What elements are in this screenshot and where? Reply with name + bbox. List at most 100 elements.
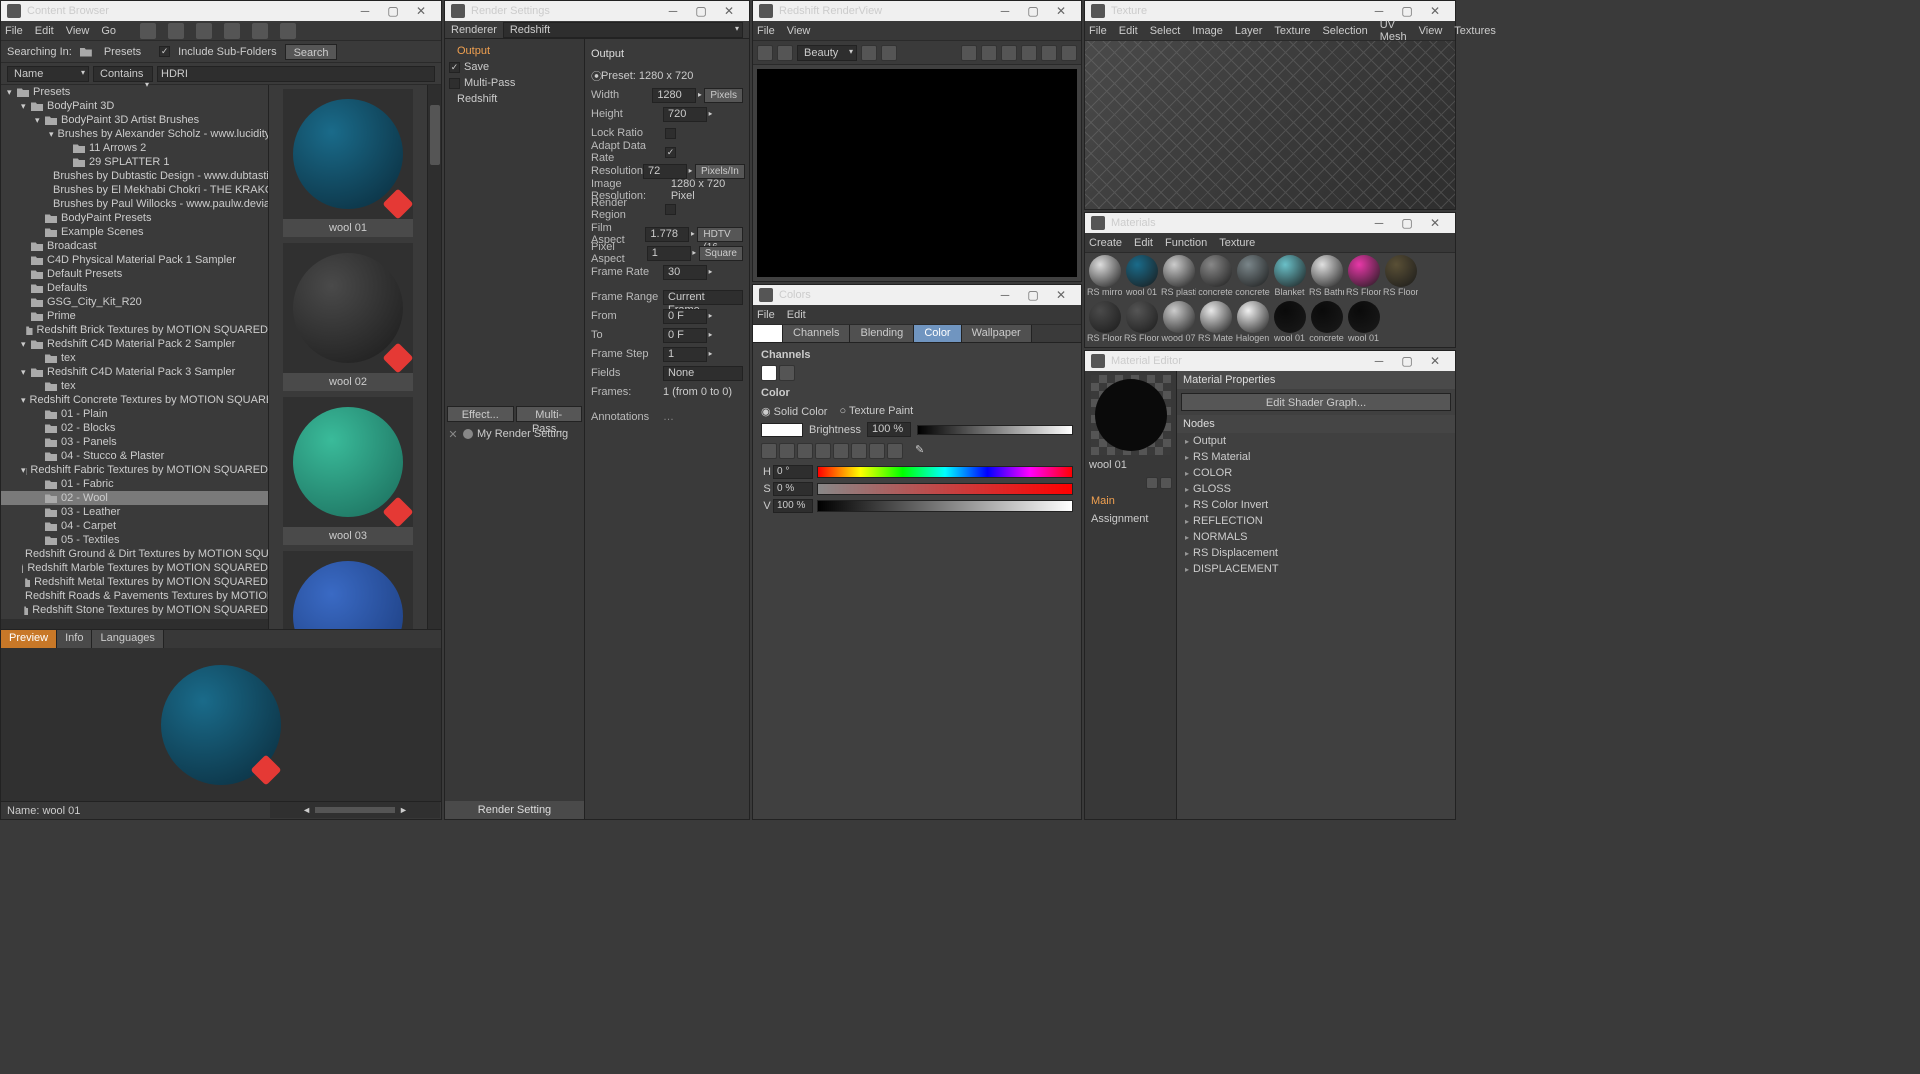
material-editor-titlebar[interactable]: Material Editor ─ ▢ ✕ xyxy=(1085,351,1455,371)
menu-create[interactable]: Create xyxy=(1089,237,1122,249)
node-row[interactable]: GLOSS xyxy=(1177,481,1455,497)
sat-slider[interactable] xyxy=(817,483,1073,495)
menu-image[interactable]: Image xyxy=(1192,25,1223,37)
menu-file[interactable]: File xyxy=(1089,25,1107,37)
tree-item[interactable]: ▾Redshift C4D Material Pack 3 Sampler xyxy=(1,365,268,379)
close-button[interactable]: ✕ xyxy=(1421,214,1449,232)
snapshot-icon[interactable] xyxy=(861,45,877,61)
tree-item[interactable]: Brushes by Dubtastic Design - www.dubtas… xyxy=(1,169,268,183)
preview-refresh-icon[interactable] xyxy=(1160,477,1172,489)
tree-item[interactable]: Defaults xyxy=(1,281,268,295)
refresh-icon[interactable] xyxy=(280,23,296,39)
brightness-input[interactable]: 100 % xyxy=(867,422,911,437)
minimize-button[interactable]: ─ xyxy=(351,2,379,20)
menu-edit[interactable]: Edit xyxy=(1134,237,1153,249)
mode-swatches-icon[interactable] xyxy=(833,443,849,459)
maximize-button[interactable]: ▢ xyxy=(379,2,407,20)
menu-texture[interactable]: Texture xyxy=(1219,237,1255,249)
tree-item[interactable]: ▾Redshift Concrete Textures by MOTION SQ… xyxy=(1,393,268,407)
multipass-button[interactable]: Multi-Pass... xyxy=(516,406,583,422)
tree-item[interactable]: BodyPaint Presets xyxy=(1,211,268,225)
menu-go[interactable]: Go xyxy=(101,25,116,37)
tree-item[interactable]: 02 - Wool xyxy=(1,491,268,505)
material-cell[interactable]: RS plasti xyxy=(1161,255,1196,299)
material-cell[interactable]: RS Floor xyxy=(1383,255,1418,299)
close-button[interactable]: ✕ xyxy=(1421,352,1449,370)
node-row[interactable]: NORMALS xyxy=(1177,529,1455,545)
menu-file[interactable]: File xyxy=(757,309,775,321)
tree-item[interactable]: 11 Arrows 2 xyxy=(1,141,268,155)
width-units[interactable]: Pixels xyxy=(704,88,743,103)
node-row[interactable]: DISPLACEMENT xyxy=(1177,561,1455,577)
tree-item[interactable]: ▾Redshift Fabric Textures by MOTION SQUA… xyxy=(1,463,268,477)
tab-languages[interactable]: Languages xyxy=(92,630,163,648)
tree-item[interactable]: ▾BodyPaint 3D xyxy=(1,99,268,113)
my-render-setting-row[interactable]: ✕ My Render Setting xyxy=(445,424,584,445)
tab-preview[interactable]: Preview xyxy=(1,630,57,648)
texture-paint-radio[interactable]: ○ Texture Paint xyxy=(839,405,913,418)
material-preview-bg[interactable] xyxy=(1091,375,1171,455)
close-button[interactable]: ✕ xyxy=(715,2,743,20)
settings-icon[interactable] xyxy=(1041,45,1057,61)
close-button[interactable]: ✕ xyxy=(1421,2,1449,20)
tree-scrollbar-h[interactable] xyxy=(1,619,268,629)
preset-tree[interactable]: ▾Presets▾BodyPaint 3D▾BodyPaint 3D Artis… xyxy=(1,85,268,619)
render-item-redshift[interactable]: Redshift xyxy=(449,91,580,107)
save-image-icon[interactable] xyxy=(1061,45,1077,61)
material-cell[interactable]: wool 01 xyxy=(1272,301,1307,345)
material-thumbnail[interactable]: wool 01 xyxy=(283,89,413,237)
grid-icon[interactable] xyxy=(1001,45,1017,61)
close-setting-icon[interactable]: ✕ xyxy=(447,428,459,441)
nav-home-icon[interactable] xyxy=(224,23,240,39)
assignment-link[interactable]: Assignment xyxy=(1089,511,1172,527)
frame-range-dropdown[interactable]: Current Frame xyxy=(663,290,743,305)
menu-view[interactable]: View xyxy=(787,25,811,37)
lock-icon[interactable] xyxy=(981,45,997,61)
menu-select[interactable]: Select xyxy=(1150,25,1181,37)
tree-item[interactable]: tex xyxy=(1,351,268,365)
nav-fwd-icon[interactable] xyxy=(168,23,184,39)
menu-textures[interactable]: Textures xyxy=(1454,25,1496,37)
maximize-button[interactable]: ▢ xyxy=(1019,286,1047,304)
menu-function[interactable]: Function xyxy=(1165,237,1207,249)
tree-item[interactable]: ▾Presets xyxy=(1,85,268,99)
menu-view[interactable]: View xyxy=(66,25,90,37)
from-input[interactable]: 0 F xyxy=(663,309,707,324)
material-cell[interactable]: concrete xyxy=(1309,301,1344,345)
mode-mixer-icon[interactable] xyxy=(851,443,867,459)
menu-layer[interactable]: Layer xyxy=(1235,25,1263,37)
tree-item[interactable]: Broadcast xyxy=(1,239,268,253)
to-input[interactable]: 0 F xyxy=(663,328,707,343)
menu-edit[interactable]: Edit xyxy=(35,25,54,37)
tree-item[interactable]: ▾Redshift C4D Material Pack 2 Sampler xyxy=(1,337,268,351)
mode-hex-icon[interactable] xyxy=(887,443,903,459)
zoom-icon[interactable] xyxy=(1021,45,1037,61)
resolution-input[interactable]: 72 xyxy=(643,164,687,179)
material-cell[interactable]: wood 07 xyxy=(1161,301,1196,345)
filter-attribute-dropdown[interactable]: Name xyxy=(7,66,89,82)
nav-up-icon[interactable] xyxy=(196,23,212,39)
aov-dropdown[interactable]: Beauty xyxy=(797,45,857,61)
tree-item[interactable]: 05 - Textiles xyxy=(1,533,268,547)
tree-item[interactable]: Brushes by El Mekhabi Chokri - THE KRAKO… xyxy=(1,183,268,197)
render-start-icon[interactable] xyxy=(757,45,773,61)
menu-uvmesh[interactable]: UV Mesh xyxy=(1380,19,1407,43)
maximize-button[interactable]: ▢ xyxy=(1393,352,1421,370)
wallpaper-tab[interactable]: Wallpaper xyxy=(962,325,1032,342)
multipass-checkbox[interactable] xyxy=(449,78,460,89)
tree-item[interactable]: 01 - Plain xyxy=(1,407,268,421)
color-tab[interactable]: Color xyxy=(914,325,961,342)
node-row[interactable]: RS Color Invert xyxy=(1177,497,1455,513)
material-cell[interactable]: concrete xyxy=(1235,255,1270,299)
texture-viewport[interactable] xyxy=(1085,41,1455,209)
render-item-save[interactable]: Save xyxy=(464,59,497,75)
renderview-titlebar[interactable]: Redshift RenderView ─ ▢ ✕ xyxy=(753,1,1081,21)
material-cell[interactable]: RS Floor xyxy=(1346,255,1381,299)
material-thumbnail[interactable]: wool 04 xyxy=(283,551,413,629)
node-row[interactable]: RS Material xyxy=(1177,449,1455,465)
content-browser-titlebar[interactable]: Content Browser ─ ▢ ✕ xyxy=(1,1,441,21)
render-viewport[interactable] xyxy=(757,69,1077,277)
sat-input[interactable]: 0 % xyxy=(773,482,813,496)
channel-fg-icon[interactable] xyxy=(761,365,777,381)
tree-item[interactable]: Redshift Roads & Pavements Textures by M… xyxy=(1,589,268,603)
